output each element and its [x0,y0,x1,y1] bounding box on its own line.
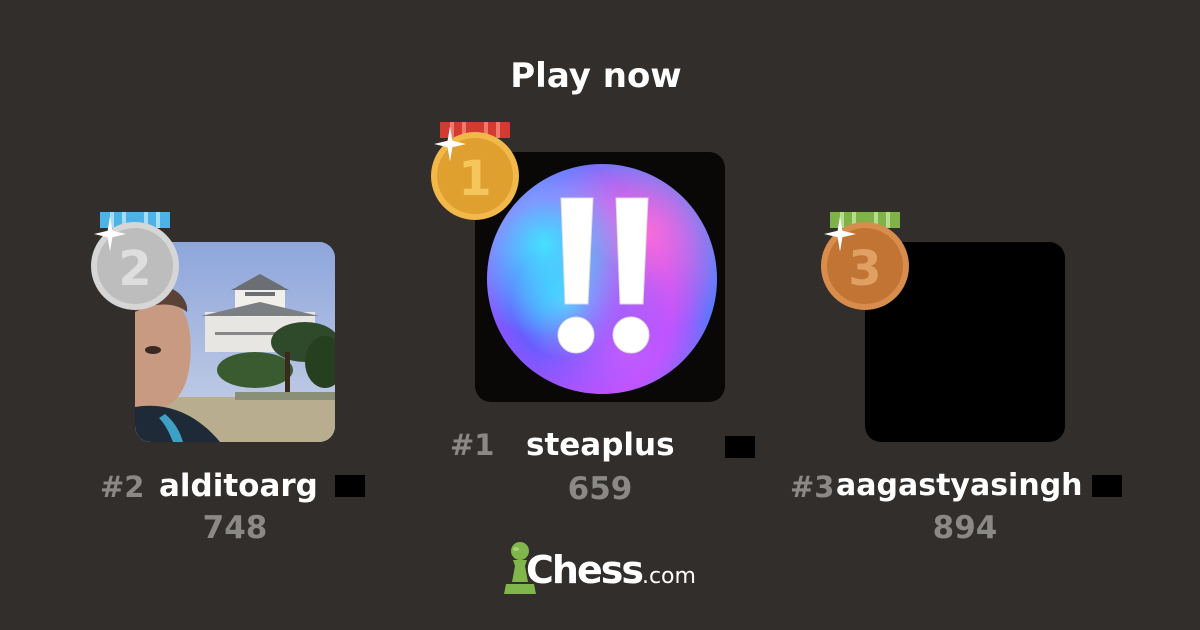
logo-text: Chess.com [526,548,696,592]
username-third[interactable]: aagastyasingh [836,468,1083,503]
silver-medal-icon: 2 [91,212,179,310]
username-second[interactable]: alditoarg [159,468,318,504]
country-flag-third [1092,475,1122,497]
country-flag-first [725,436,755,458]
rank-first: #1 [450,428,495,462]
rank-second: #2 [100,470,145,504]
score-third: 894 [932,510,998,546]
username-first[interactable]: steaplus [526,427,675,463]
score-first: 659 [567,471,633,507]
bronze-medal-icon: 3 [821,212,909,310]
country-flag-second [335,475,365,497]
svg-text:1: 1 [458,151,491,207]
rank-third: #3 [790,470,835,504]
gold-medal-icon: 1 [431,122,519,220]
page-title: Play now [510,56,682,96]
svg-text:2: 2 [118,241,151,297]
chess-com-logo[interactable]: Chess.com [500,540,700,598]
score-second: 748 [202,510,268,546]
svg-text:3: 3 [848,241,881,297]
